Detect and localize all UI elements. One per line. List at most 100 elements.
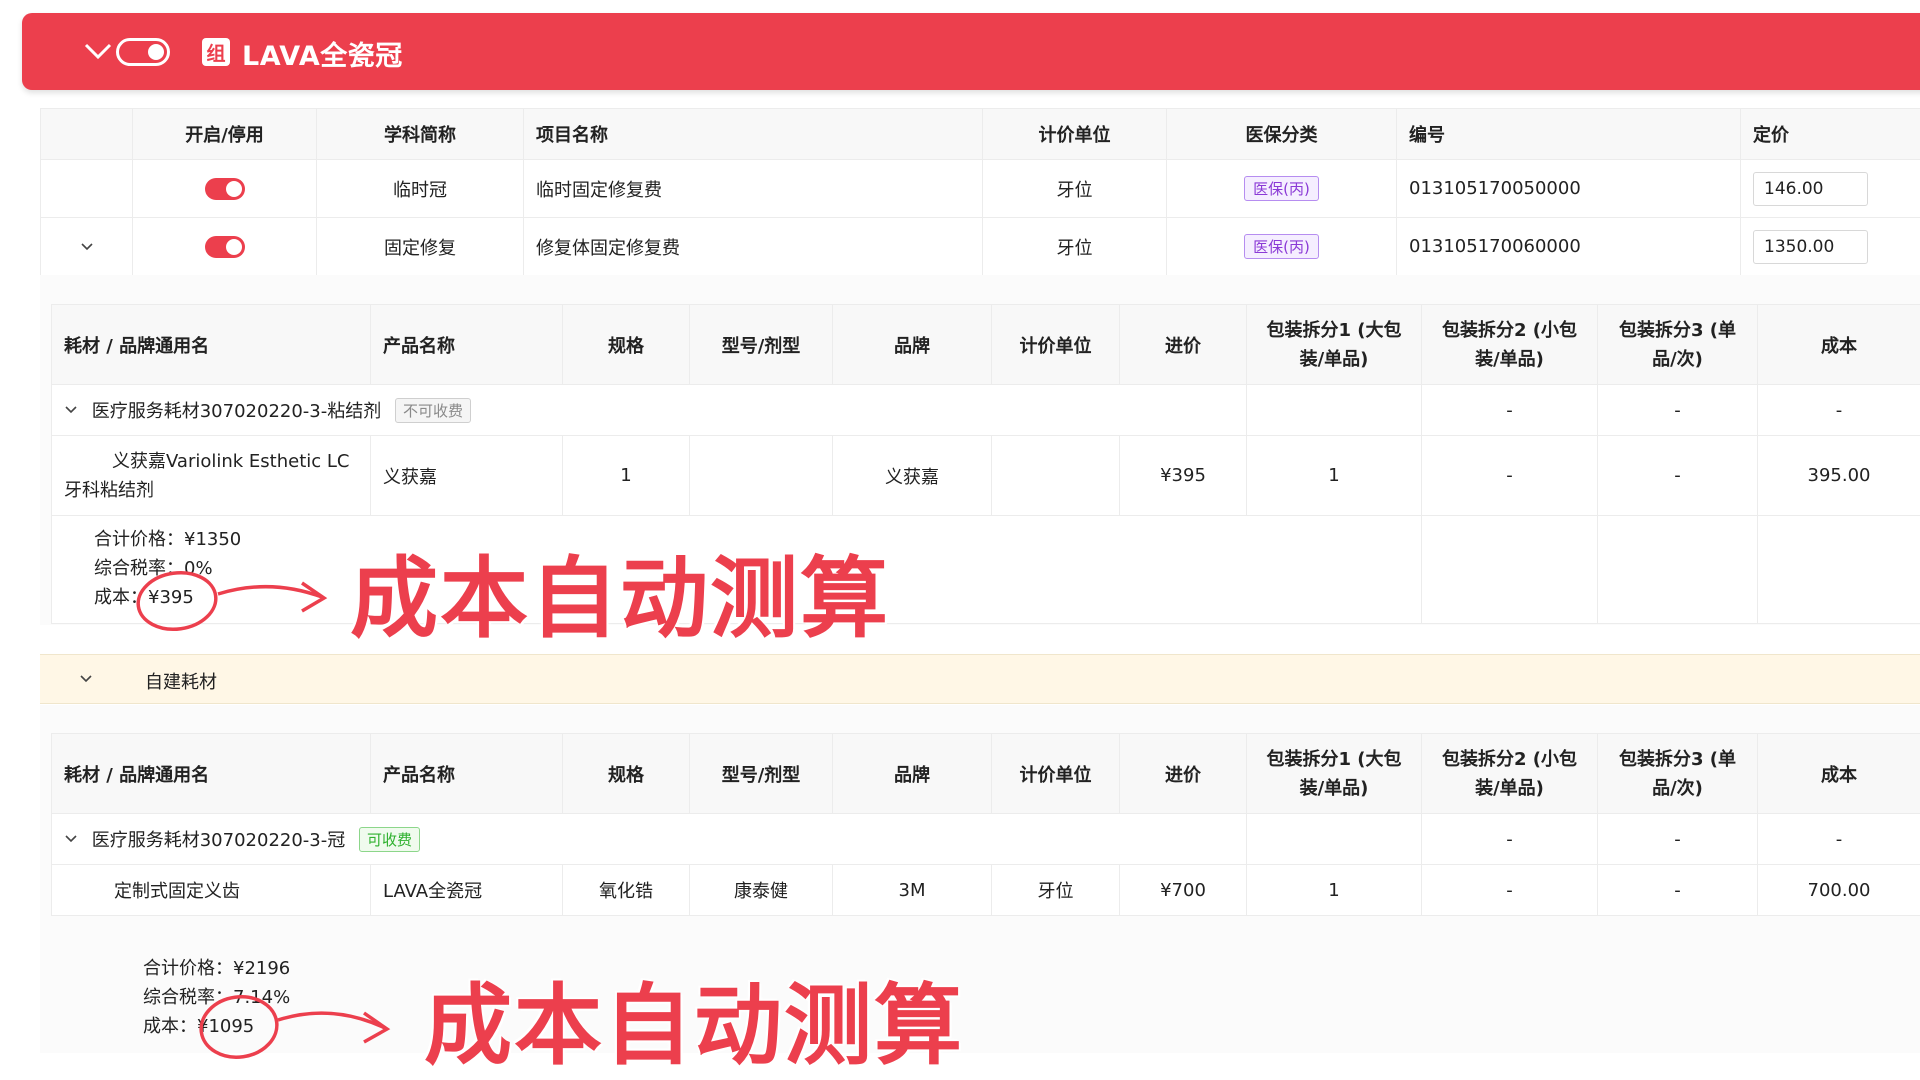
code-cell: 013105170050000 (1396, 159, 1741, 218)
header-material: 耗材 / 品牌通用名 (51, 304, 371, 385)
price-cell (1740, 217, 1920, 276)
toggle-cell (132, 217, 317, 276)
material-group-name: 医疗服务耗材307020220-3-冠 (91, 830, 346, 851)
expand-cell (40, 159, 133, 218)
group-badge: 组 (202, 38, 230, 66)
items-table: 开启/停用 学科简称 项目名称 计价单位 医保分类 编号 定价 临时冠 临时固定… (40, 108, 1920, 276)
insurance-cell: 医保(丙) (1166, 217, 1397, 276)
price-cell: ¥395 (1119, 435, 1247, 516)
header-spec: 规格 (562, 304, 690, 385)
cost-cell: 700.00 (1757, 864, 1920, 916)
item-name-cell: 修复体固定修复费 (523, 217, 983, 276)
split-3-cell: - (1597, 435, 1758, 516)
chargeable-badge: 可收费 (358, 826, 420, 852)
insurance-cell: 医保(丙) (1166, 159, 1397, 218)
header-spec: 规格 (562, 733, 690, 814)
header-split-2: 包装拆分2 (小包装/单品) (1421, 733, 1598, 814)
header-split-3: 包装拆分3 (单品/次) (1597, 304, 1758, 385)
header-subject: 学科简称 (316, 108, 524, 160)
summary-tax: 综合税率：7.14% (143, 987, 291, 1008)
material-name-cell: 定制式固定义齿 (51, 864, 371, 916)
cost-cell: - (1757, 384, 1920, 436)
header-code: 编号 (1396, 108, 1741, 160)
header-split-1: 包装拆分1 (大包装/单品) (1246, 733, 1422, 814)
header-enable: 开启/停用 (132, 108, 317, 160)
unit-cell: 牙位 (982, 159, 1167, 218)
subject-cell: 固定修复 (316, 217, 524, 276)
split-1-cell: 1 (1246, 864, 1422, 916)
spec-cell: 1 (562, 435, 690, 516)
enable-toggle[interactable] (204, 235, 245, 258)
summary-row (51, 515, 1920, 624)
header-brand: 品牌 (832, 733, 992, 814)
insurance-badge: 医保(丙) (1244, 176, 1319, 201)
header-model: 型号/剂型 (689, 733, 833, 814)
summary-cost: 成本：¥395 (94, 587, 194, 608)
summary-tax: 综合税率：0% (94, 558, 213, 579)
chevron-down-icon[interactable] (64, 405, 78, 415)
price-input[interactable] (1753, 229, 1868, 264)
split-2-cell: - (1421, 384, 1598, 436)
material-group-cell: 医疗服务耗材307020220-3-冠 可收费 (51, 813, 1247, 865)
split-2-cell: - (1421, 813, 1598, 865)
summary-block-1: 合计价格：¥1350 综合税率：0% 成本：¥395 (94, 525, 241, 612)
header-unit: 计价单位 (991, 733, 1120, 814)
header-split-1: 包装拆分1 (大包装/单品) (1246, 304, 1422, 385)
material-group-name: 医疗服务耗材307020220-3-粘结剂 (91, 401, 382, 422)
materials-header-row: 耗材 / 品牌通用名 产品名称 规格 型号/剂型 品牌 计价单位 进价 包装拆分… (51, 733, 1920, 814)
header-price: 进价 (1119, 304, 1247, 385)
annotation-text-1: 成本自动测算 (350, 547, 891, 650)
split-1-cell (1246, 384, 1422, 436)
table-row: 固定修复 修复体固定修复费 牙位 医保(丙) 013105170060000 (40, 217, 1920, 276)
split-3-cell: - (1597, 384, 1758, 436)
split-1-cell: 1 (1246, 435, 1422, 516)
model-cell (689, 435, 833, 516)
chevron-down-icon[interactable] (83, 41, 113, 61)
subject-cell: 临时冠 (316, 159, 524, 218)
split-2-cell: - (1421, 435, 1598, 516)
header-insurance: 医保分类 (1166, 108, 1397, 160)
price-input[interactable] (1753, 171, 1868, 206)
summary-block-2: 合计价格：¥2196 综合税率：7.14% 成本：¥1095 (143, 954, 290, 1041)
material-group-row[interactable]: 医疗服务耗材307020220-3-冠 可收费 - - - (51, 813, 1920, 865)
header-product: 产品名称 (370, 733, 563, 814)
cost-cell: 395.00 (1757, 435, 1920, 516)
header-price: 定价 (1740, 108, 1920, 160)
unit-cell: 牙位 (991, 864, 1120, 916)
header-split-3: 包装拆分3 (单品/次) (1597, 733, 1758, 814)
non-chargeable-badge: 不可收费 (394, 397, 471, 423)
group-enable-toggle[interactable] (116, 38, 170, 66)
brand-cell: 义获嘉 (832, 435, 992, 516)
product-cell: LAVA全瓷冠 (370, 864, 563, 916)
split-3-cell: - (1597, 864, 1758, 916)
split-1-cell (1246, 813, 1422, 865)
header-product: 产品名称 (370, 304, 563, 385)
split-2-cell: - (1421, 864, 1598, 916)
spec-cell: 氧化锆 (562, 864, 690, 916)
header-item-name: 项目名称 (523, 108, 983, 160)
group-title: LAVA全瓷冠 (242, 41, 403, 72)
summary-cost: 成本：¥1095 (143, 1016, 255, 1037)
material-name-cell: 义获嘉Variolink Esthetic LC牙科粘结剂 (51, 435, 371, 516)
header-cost: 成本 (1757, 304, 1920, 385)
materials-header-row: 耗材 / 品牌通用名 产品名称 规格 型号/剂型 品牌 计价单位 进价 包装拆分… (51, 304, 1920, 385)
items-header-row: 开启/停用 学科简称 项目名称 计价单位 医保分类 编号 定价 (40, 108, 1920, 160)
product-cell: 义获嘉 (370, 435, 563, 516)
header-model: 型号/剂型 (689, 304, 833, 385)
table-row: 临时冠 临时固定修复费 牙位 医保(丙) 013105170050000 (40, 159, 1920, 218)
table-row: 定制式固定义齿 LAVA全瓷冠 氧化锆 康泰健 3M 牙位 ¥700 1 - -… (51, 864, 1920, 916)
code-cell: 013105170060000 (1396, 217, 1741, 276)
header-unit: 计价单位 (982, 108, 1167, 160)
material-group-row[interactable]: 医疗服务耗材307020220-3-粘结剂 不可收费 - - - (51, 384, 1920, 436)
enable-toggle[interactable] (204, 177, 245, 200)
self-built-materials-row[interactable]: 自建耗材 (40, 654, 1920, 704)
item-name-cell: 临时固定修复费 (523, 159, 983, 218)
cost-cell: - (1757, 813, 1920, 865)
chevron-down-icon[interactable] (64, 834, 78, 844)
chevron-down-icon[interactable] (80, 242, 94, 252)
chevron-down-icon[interactable] (79, 674, 93, 684)
annotation-text-2: 成本自动测算 (424, 974, 965, 1077)
material-group-cell: 医疗服务耗材307020220-3-粘结剂 不可收费 (51, 384, 1247, 436)
price-cell: ¥700 (1119, 864, 1247, 916)
insurance-badge: 医保(丙) (1244, 234, 1319, 259)
